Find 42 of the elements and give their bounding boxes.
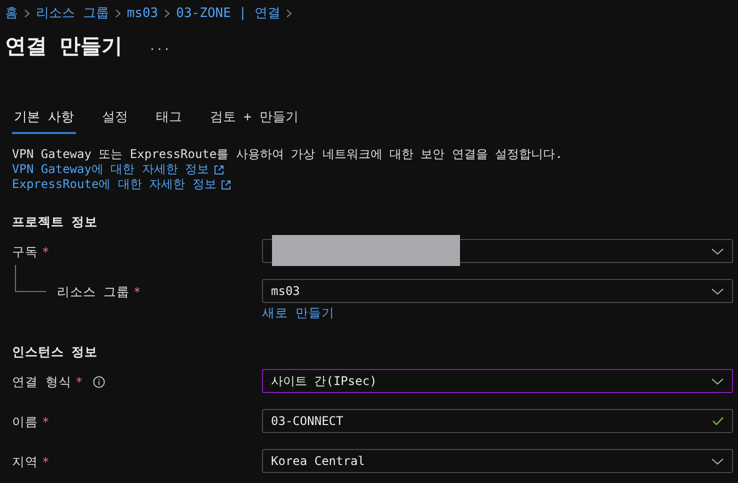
chevron-icon — [286, 8, 292, 18]
breadcrumb-link[interactable]: 03-ZONE | 연결 — [176, 4, 280, 22]
required-mark: * — [134, 285, 141, 299]
external-link-icon — [214, 164, 224, 174]
page-title: 연결 만들기 — [5, 33, 123, 60]
dropdown-field[interactable]: 사이트 간(IPsec) — [262, 369, 733, 393]
more-button[interactable]: ... — [144, 39, 174, 53]
chevron-icon — [114, 8, 121, 18]
breadcrumb-link[interactable]: 홈 — [5, 4, 18, 22]
field-label: 리소스 그룹 — [57, 284, 130, 300]
info-link[interactable]: ExpressRoute에 대한 자세한 정보 — [12, 177, 232, 192]
tab[interactable]: 설정 — [100, 108, 130, 134]
create-new-link[interactable]: 새로 만들기 — [262, 305, 335, 322]
tab[interactable]: 태그 — [154, 108, 184, 134]
info-link[interactable]: VPN Gateway에 대한 자세한 정보 — [12, 162, 224, 177]
info-icon[interactable] — [92, 376, 105, 388]
field-label: 지역 — [12, 454, 38, 470]
section-heading: 프로젝트 정보 — [12, 214, 99, 231]
field-label: 이름 — [12, 414, 38, 430]
chevron-down-icon — [711, 288, 724, 294]
breadcrumb-link[interactable]: 리소스 그룹 — [36, 4, 109, 22]
input-field[interactable]: 03-CONNECT — [262, 409, 733, 433]
section-heading: 인스턴스 정보 — [12, 344, 99, 361]
tree-connector — [15, 265, 46, 292]
breadcrumb-link[interactable]: ms03 — [126, 6, 158, 20]
field-label: 연결 형식 — [12, 374, 72, 390]
chevron-down-icon — [711, 248, 724, 254]
chevron-icon — [24, 8, 30, 18]
chevron-icon — [164, 8, 170, 18]
required-mark: * — [76, 375, 83, 389]
tab[interactable]: 검토 + 만들기 — [208, 108, 300, 134]
external-link-icon — [221, 180, 232, 190]
chevron-down-icon — [711, 378, 724, 384]
tab[interactable]: 기본 사항 — [12, 108, 76, 134]
dropdown-field[interactable]: Korea Central — [262, 449, 733, 473]
dropdown-field[interactable]: ms03 — [262, 279, 733, 303]
chevron-down-icon — [711, 458, 724, 464]
required-mark: * — [42, 455, 50, 469]
field-label: 구독 — [12, 244, 38, 260]
required-mark: * — [42, 245, 50, 259]
required-mark: * — [42, 415, 50, 429]
description-text: VPN Gateway 또는 ExpressRoute를 사용하여 가상 네트워크에 대한 보안 연결을 설정합니다. — [12, 147, 564, 162]
